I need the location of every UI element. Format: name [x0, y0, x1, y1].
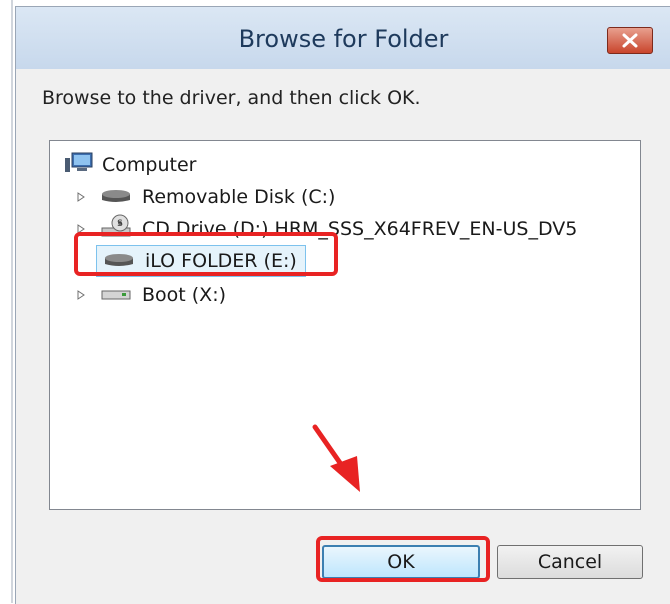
annotation-arrow-icon — [312, 424, 360, 492]
